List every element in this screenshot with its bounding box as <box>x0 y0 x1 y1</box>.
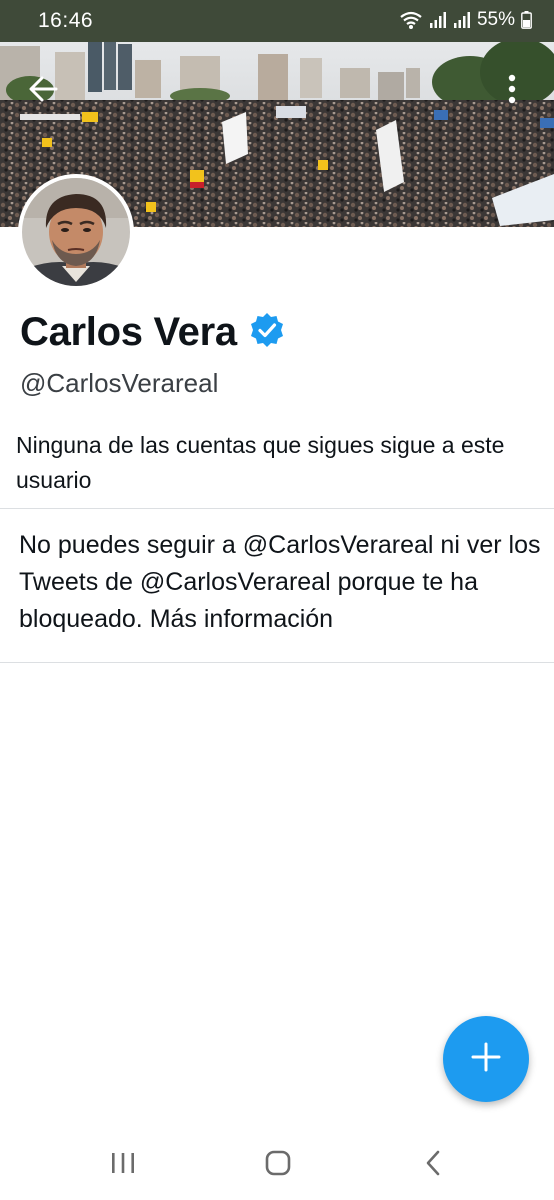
display-name: Carlos Vera <box>20 310 237 354</box>
compose-tweet-button[interactable] <box>443 1016 529 1102</box>
recent-apps-button[interactable] <box>103 1148 143 1182</box>
battery-percent: 55% <box>476 9 515 30</box>
plus-icon <box>471 1042 501 1077</box>
wifi-icon <box>399 10 423 30</box>
display-name-row: Carlos Vera <box>20 310 285 355</box>
system-nav-bar <box>0 1130 554 1200</box>
back-icon <box>424 1150 442 1181</box>
more-vertical-icon <box>507 74 517 104</box>
divider <box>0 662 554 663</box>
arrow-left-icon <box>28 76 58 102</box>
signal-icon <box>453 11 471 29</box>
blocked-notice: No puedes seguir a @CarlosVerareal ni ve… <box>19 527 541 638</box>
status-bar: 16:46 55% <box>0 0 554 42</box>
battery-icon <box>521 11 532 29</box>
back-button[interactable] <box>18 64 68 114</box>
signal-icon <box>429 11 447 29</box>
system-back-button[interactable] <box>413 1148 453 1182</box>
divider <box>0 508 554 509</box>
more-options-button[interactable] <box>487 64 537 114</box>
avatar[interactable] <box>18 174 134 290</box>
profile-screen: 16:46 55% Carlos Vera @CarlosVerareal Ni… <box>0 0 554 1200</box>
home-icon <box>264 1149 292 1182</box>
verified-badge-icon <box>249 312 285 353</box>
status-time: 16:46 <box>38 9 94 32</box>
status-icons: 55% <box>399 9 532 31</box>
home-button[interactable] <box>258 1148 298 1182</box>
recent-apps-icon <box>110 1151 136 1180</box>
learn-more-link[interactable]: Más información <box>150 605 333 633</box>
followers-you-know: Ninguna de las cuentas que sigues sigue … <box>16 432 505 493</box>
user-handle: @CarlosVerareal <box>20 368 219 398</box>
